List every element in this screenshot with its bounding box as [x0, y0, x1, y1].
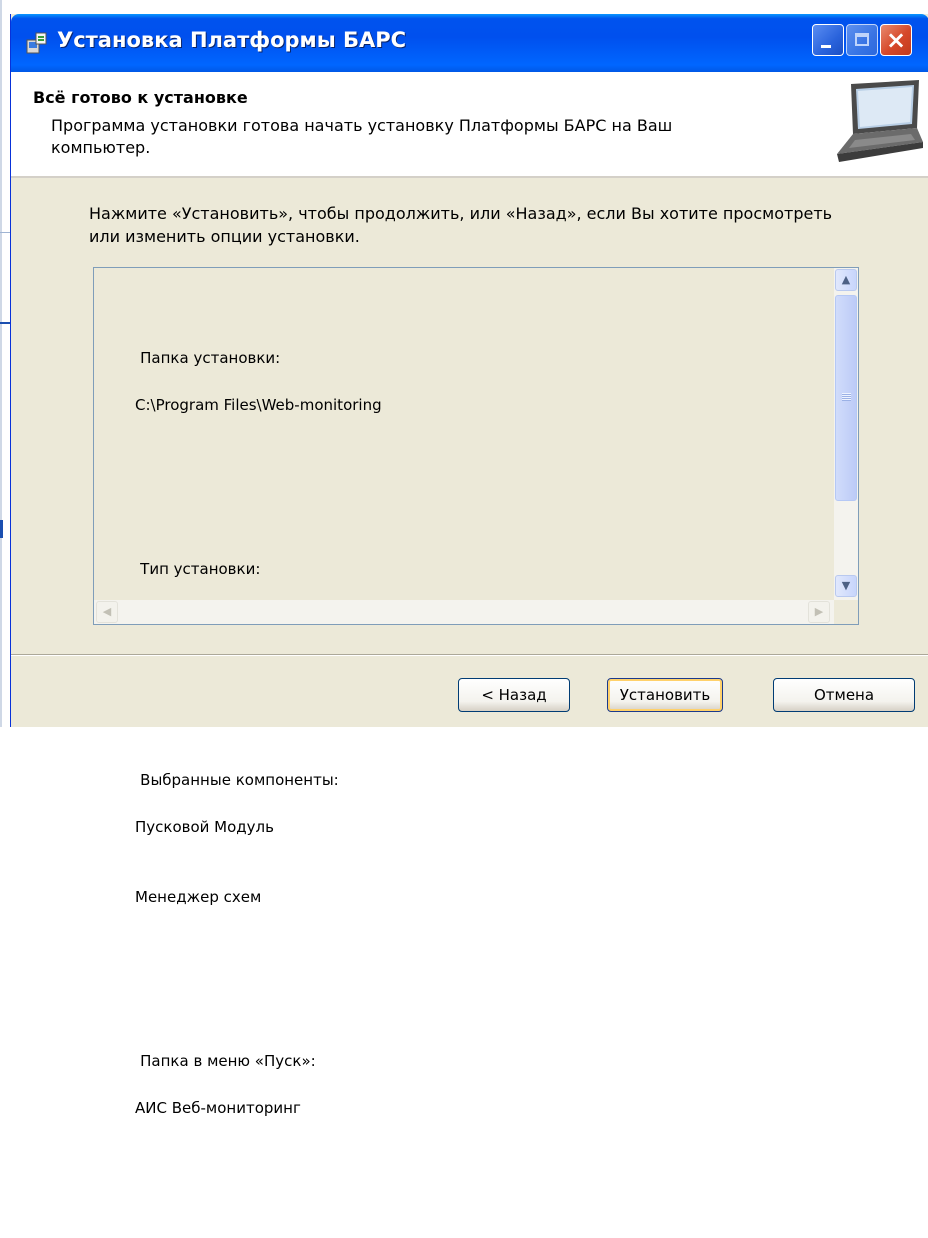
background-edge: [0, 520, 3, 538]
summary-section-start-menu: Папка в меню «Пуск»: АИС Веб-мониторинг: [102, 1027, 822, 1168]
minimize-button[interactable]: [812, 24, 844, 56]
title-bar[interactable]: Установка Платформы БАРС ×: [11, 14, 928, 72]
install-summary-memo[interactable]: Папка установки: C:\Program Files\Web-mo…: [93, 267, 859, 1117]
scroll-left-button[interactable]: ◀: [96, 601, 118, 623]
installer-window: Установка Платформы БАРС × Всё готово к …: [10, 14, 928, 1117]
install-folder-value: C:\Program Files\Web-monitoring: [135, 395, 382, 414]
start-menu-value: АИС Веб-мониторинг: [135, 1099, 301, 1117]
vertical-scrollbar[interactable]: ▲ ▼: [834, 268, 858, 600]
close-button[interactable]: ×: [880, 24, 912, 56]
start-menu-label: Папка в меню «Пуск»:: [140, 1052, 316, 1070]
scroll-up-button[interactable]: ▲: [835, 269, 857, 291]
component-item: Пусковой Модуль: [135, 817, 274, 836]
summary-section-components: Выбранные компоненты: Пусковой Модуль Ме…: [102, 745, 822, 957]
wizard-header: Всё готово к установке Программа установ…: [11, 72, 928, 178]
back-button[interactable]: < Назад: [458, 678, 570, 712]
install-folder-label: Папка установки:: [140, 348, 281, 367]
horizontal-scrollbar[interactable]: ◀ ▶: [94, 600, 858, 624]
install-type-label: Тип установки:: [140, 559, 261, 578]
chevron-right-icon: ▶: [814, 605, 824, 618]
install-button[interactable]: Установить: [607, 678, 723, 712]
components-label: Выбранные компоненты:: [140, 770, 339, 789]
summary-section-folder: Папка установки: C:\Program Files\Web-mo…: [102, 323, 822, 464]
background-edge: [0, 232, 10, 233]
chevron-up-icon: ▲: [841, 273, 851, 286]
chevron-down-icon: ▼: [841, 579, 851, 592]
close-icon: ×: [885, 26, 907, 54]
instruction-text: Нажмите «Установить», чтобы продолжить, …: [89, 204, 833, 246]
maximize-button[interactable]: [846, 24, 878, 56]
grip-icon: [842, 393, 851, 401]
window-title: Установка Платформы БАРС: [57, 28, 407, 52]
cancel-button[interactable]: Отмена: [773, 678, 915, 712]
laptop-icon: [837, 80, 923, 162]
scroll-thumb[interactable]: [835, 295, 857, 501]
scrollbar-corner: [834, 600, 858, 624]
installer-icon: [26, 32, 47, 54]
background-edge: [0, 0, 2, 727]
component-item: Менеджер схем: [135, 888, 262, 906]
page-subheading: Программа установки готова начать устано…: [51, 116, 673, 157]
footer-divider: [11, 654, 928, 656]
page-heading: Всё готово к установке: [33, 88, 248, 107]
summary-content: Папка установки: C:\Program Files\Web-mo…: [102, 276, 822, 1238]
background-edge: [0, 322, 10, 324]
scroll-right-button[interactable]: ▶: [808, 601, 830, 623]
scroll-down-button[interactable]: ▼: [835, 575, 857, 597]
chevron-left-icon: ◀: [102, 605, 112, 618]
